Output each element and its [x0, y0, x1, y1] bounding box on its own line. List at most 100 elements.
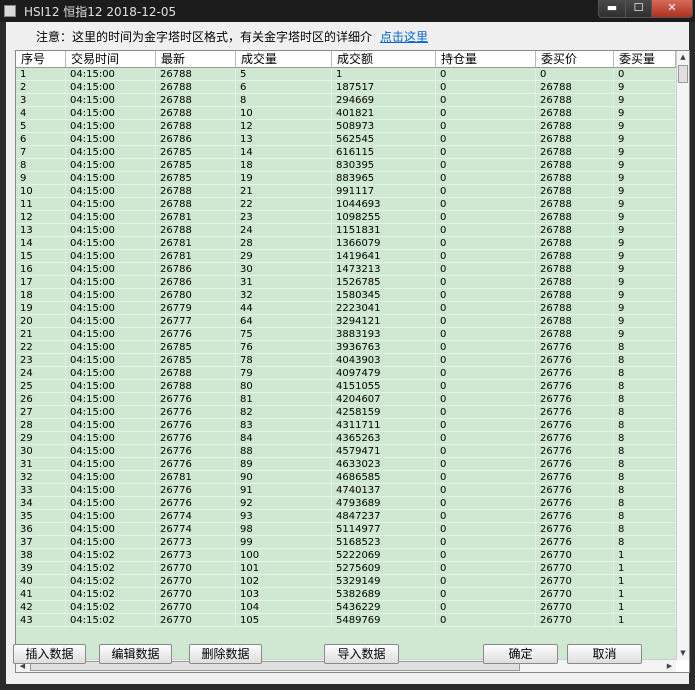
table-row[interactable]: 11 04:15:00 26788 22 1044693 0 26788 9	[16, 198, 676, 211]
cell-index[interactable]: 42	[16, 601, 66, 613]
cell-bid-volume[interactable]: 8	[614, 367, 676, 379]
ok-button[interactable]: 确定	[483, 644, 558, 664]
cell-volume[interactable]: 14	[236, 146, 332, 158]
cell-open-interest[interactable]: 0	[436, 276, 536, 288]
cell-volume[interactable]: 5	[236, 68, 332, 80]
cell-bid-price[interactable]: 26776	[536, 367, 614, 379]
cell-volume[interactable]: 30	[236, 263, 332, 275]
cell-amount[interactable]: 4043903	[332, 354, 436, 366]
cell-volume[interactable]: 102	[236, 575, 332, 587]
cell-time[interactable]: 04:15:00	[66, 276, 156, 288]
cell-time[interactable]: 04:15:00	[66, 289, 156, 301]
cell-amount[interactable]: 562545	[332, 133, 436, 145]
cell-last[interactable]: 26788	[156, 94, 236, 106]
cell-time[interactable]: 04:15:00	[66, 133, 156, 145]
cell-index[interactable]: 33	[16, 484, 66, 496]
cell-time[interactable]: 04:15:00	[66, 497, 156, 509]
cell-open-interest[interactable]: 0	[436, 601, 536, 613]
cell-amount[interactable]: 4579471	[332, 445, 436, 457]
cell-index[interactable]: 3	[16, 94, 66, 106]
table-row[interactable]: 6 04:15:00 26786 13 562545 0 26788 9	[16, 133, 676, 146]
cell-time[interactable]: 04:15:00	[66, 458, 156, 470]
table-row[interactable]: 24 04:15:00 26788 79 4097479 0 26776 8	[16, 367, 676, 380]
cell-last[interactable]: 26788	[156, 107, 236, 119]
table-row[interactable]: 19 04:15:00 26779 44 2223041 0 26788 9	[16, 302, 676, 315]
cell-bid-volume[interactable]: 9	[614, 107, 676, 119]
cell-open-interest[interactable]: 0	[436, 94, 536, 106]
cell-time[interactable]: 04:15:00	[66, 380, 156, 392]
cell-bid-price[interactable]: 26776	[536, 393, 614, 405]
column-header-bid-volume[interactable]: 委买量	[614, 51, 676, 67]
cell-time[interactable]: 04:15:00	[66, 367, 156, 379]
cell-bid-volume[interactable]: 8	[614, 419, 676, 431]
cell-bid-volume[interactable]: 1	[614, 601, 676, 613]
table-row[interactable]: 20 04:15:00 26777 64 3294121 0 26788 9	[16, 315, 676, 328]
cell-bid-volume[interactable]: 9	[614, 120, 676, 132]
cell-volume[interactable]: 101	[236, 562, 332, 574]
cell-index[interactable]: 7	[16, 146, 66, 158]
cell-index[interactable]: 18	[16, 289, 66, 301]
cell-amount[interactable]: 5168523	[332, 536, 436, 548]
cell-open-interest[interactable]: 0	[436, 133, 536, 145]
cell-amount[interactable]: 5489769	[332, 614, 436, 626]
table-row[interactable]: 37 04:15:00 26773 99 5168523 0 26776 8	[16, 536, 676, 549]
cell-time[interactable]: 04:15:00	[66, 120, 156, 132]
table-row[interactable]: 15 04:15:00 26781 29 1419641 0 26788 9	[16, 250, 676, 263]
cell-last[interactable]: 26770	[156, 575, 236, 587]
cell-volume[interactable]: 75	[236, 328, 332, 340]
cell-amount[interactable]: 294669	[332, 94, 436, 106]
cell-last[interactable]: 26776	[156, 458, 236, 470]
cell-bid-price[interactable]: 26788	[536, 302, 614, 314]
cell-amount[interactable]: 991117	[332, 185, 436, 197]
cell-volume[interactable]: 93	[236, 510, 332, 522]
cell-time[interactable]: 04:15:00	[66, 419, 156, 431]
cell-time[interactable]: 04:15:02	[66, 588, 156, 600]
cell-amount[interactable]: 5436229	[332, 601, 436, 613]
cell-bid-volume[interactable]: 9	[614, 250, 676, 262]
table-row[interactable]: 5 04:15:00 26788 12 508973 0 26788 9	[16, 120, 676, 133]
cell-index[interactable]: 30	[16, 445, 66, 457]
cell-bid-volume[interactable]: 9	[614, 224, 676, 236]
cell-volume[interactable]: 29	[236, 250, 332, 262]
cell-volume[interactable]: 99	[236, 536, 332, 548]
cell-index[interactable]: 22	[16, 341, 66, 353]
cell-volume[interactable]: 84	[236, 432, 332, 444]
cell-open-interest[interactable]: 0	[436, 250, 536, 262]
cell-volume[interactable]: 92	[236, 497, 332, 509]
cell-amount[interactable]: 3883193	[332, 328, 436, 340]
column-header-amount[interactable]: 成交额	[332, 51, 436, 67]
column-header-open-interest[interactable]: 持仓量	[436, 51, 536, 67]
cell-open-interest[interactable]: 0	[436, 224, 536, 236]
cell-bid-price[interactable]: 26788	[536, 263, 614, 275]
delete-data-button[interactable]: 删除数据	[189, 644, 262, 664]
cell-time[interactable]: 04:15:00	[66, 354, 156, 366]
cell-amount[interactable]: 1044693	[332, 198, 436, 210]
cell-index[interactable]: 15	[16, 250, 66, 262]
cell-last[interactable]: 26785	[156, 159, 236, 171]
cell-time[interactable]: 04:15:00	[66, 302, 156, 314]
cell-volume[interactable]: 19	[236, 172, 332, 184]
cell-bid-volume[interactable]: 8	[614, 341, 676, 353]
cell-amount[interactable]: 508973	[332, 120, 436, 132]
cell-index[interactable]: 28	[16, 419, 66, 431]
cell-index[interactable]: 38	[16, 549, 66, 561]
cell-last[interactable]: 26776	[156, 484, 236, 496]
table-row[interactable]: 1 04:15:00 26788 5 1 0 0 0	[16, 68, 676, 81]
cell-time[interactable]: 04:15:00	[66, 393, 156, 405]
cell-last[interactable]: 26770	[156, 614, 236, 626]
cell-amount[interactable]: 2223041	[332, 302, 436, 314]
cell-index[interactable]: 37	[16, 536, 66, 548]
cell-time[interactable]: 04:15:02	[66, 575, 156, 587]
table-row[interactable]: 36 04:15:00 26774 98 5114977 0 26776 8	[16, 523, 676, 536]
cell-amount[interactable]: 1419641	[332, 250, 436, 262]
cell-volume[interactable]: 22	[236, 198, 332, 210]
cell-last[interactable]: 26788	[156, 367, 236, 379]
cell-bid-volume[interactable]: 9	[614, 315, 676, 327]
cell-open-interest[interactable]: 0	[436, 341, 536, 353]
cell-amount[interactable]: 5222069	[332, 549, 436, 561]
cell-bid-volume[interactable]: 8	[614, 497, 676, 509]
cell-last[interactable]: 26779	[156, 302, 236, 314]
cell-open-interest[interactable]: 0	[436, 406, 536, 418]
cell-volume[interactable]: 24	[236, 224, 332, 236]
table-row[interactable]: 31 04:15:00 26776 89 4633023 0 26776 8	[16, 458, 676, 471]
